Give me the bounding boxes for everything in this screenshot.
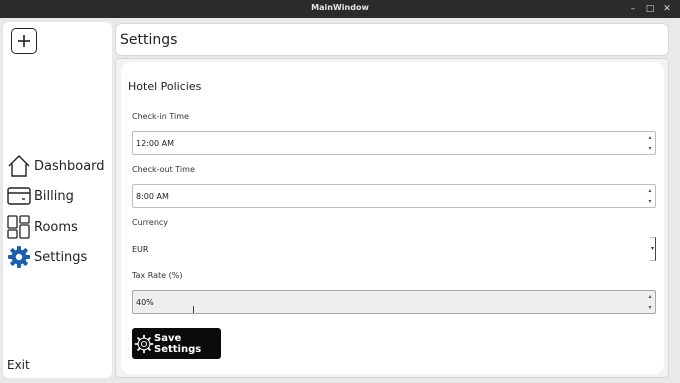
page-header: Settings xyxy=(115,23,669,56)
spin-up-icon[interactable]: ▴ xyxy=(645,185,655,196)
page-title: Settings xyxy=(120,32,178,48)
checkin-label: Check-in Time xyxy=(132,112,189,121)
tax-rate-field[interactable]: 40% ▴ ▾ xyxy=(132,290,656,314)
gear-icon xyxy=(134,334,154,354)
card-title: Hotel Policies xyxy=(128,80,202,93)
sidebar-item-rooms[interactable]: Rooms xyxy=(7,213,111,241)
checkin-spinner: ▴ ▾ xyxy=(645,132,655,154)
sidebar-item-billing[interactable]: Billing xyxy=(7,182,111,210)
add-button[interactable] xyxy=(11,28,37,54)
currency-dropdown[interactable]: ▾ xyxy=(650,237,656,261)
sidebar-item-label: Billing xyxy=(34,188,74,204)
hotel-policies-card: Hotel Policies Check-in Time 12:00 AM ▴ … xyxy=(121,62,664,374)
checkin-time-field[interactable]: 12:00 AM ▴ ▾ xyxy=(132,131,656,155)
tax-rate-spinner: ▴ ▾ xyxy=(645,291,655,313)
tax-rate-label: Tax Rate (%) xyxy=(132,271,183,280)
exit-button[interactable]: Exit xyxy=(7,358,30,372)
spin-down-icon[interactable]: ▾ xyxy=(645,302,655,313)
sidebar: Dashboard Billing Rooms Settings Exit xyxy=(3,22,112,378)
layout-icon xyxy=(7,215,31,239)
currency-value: EUR xyxy=(132,245,149,254)
spin-down-icon[interactable]: ▾ xyxy=(645,196,655,207)
sidebar-item-dashboard[interactable]: Dashboard xyxy=(7,152,111,180)
gear-icon xyxy=(7,245,31,269)
chevron-down-icon: ▾ xyxy=(650,245,654,252)
currency-label: Currency xyxy=(132,218,169,227)
checkout-label: Check-out Time xyxy=(132,165,195,174)
checkout-value: 8:00 AM xyxy=(136,192,169,201)
close-icon[interactable]: ✕ xyxy=(660,2,674,16)
plus-icon xyxy=(18,35,30,47)
sidebar-item-label: Dashboard xyxy=(34,158,105,174)
save-settings-button[interactable]: Save Settings xyxy=(132,328,221,359)
checkout-time-field[interactable]: 8:00 AM ▴ ▾ xyxy=(132,184,656,208)
sidebar-item-settings[interactable]: Settings xyxy=(7,243,111,271)
minimize-icon[interactable]: – xyxy=(626,2,640,16)
settings-content: Hotel Policies Check-in Time 12:00 AM ▴ … xyxy=(115,58,669,378)
wallet-icon xyxy=(7,184,31,208)
spin-up-icon[interactable]: ▴ xyxy=(645,291,655,302)
currency-select[interactable]: EUR ▾ xyxy=(132,237,656,261)
checkout-spinner: ▴ ▾ xyxy=(645,185,655,207)
save-settings-label: Save Settings xyxy=(154,332,202,355)
home-icon xyxy=(7,154,31,178)
maximize-icon[interactable]: □ xyxy=(643,2,657,16)
spin-down-icon[interactable]: ▾ xyxy=(645,143,655,154)
sidebar-item-label: Settings xyxy=(34,249,88,265)
text-cursor-icon: I xyxy=(192,305,195,316)
checkin-value: 12:00 AM xyxy=(136,139,174,148)
spin-up-icon[interactable]: ▴ xyxy=(645,132,655,143)
tax-rate-value: 40% xyxy=(136,298,154,307)
window-title: MainWindow xyxy=(311,3,369,12)
window-titlebar: MainWindow – □ ✕ xyxy=(0,0,680,18)
sidebar-item-label: Rooms xyxy=(34,219,78,235)
app-body: Dashboard Billing Rooms Settings Exit Se… xyxy=(0,18,680,383)
